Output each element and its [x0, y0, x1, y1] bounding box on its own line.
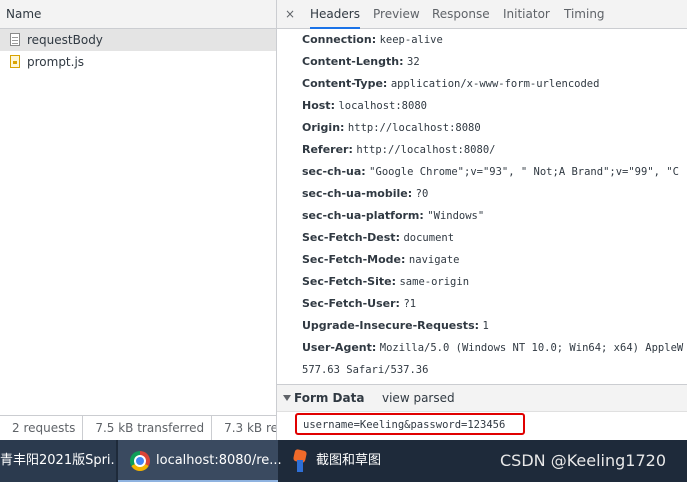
name-column-header[interactable]: Name [0, 0, 276, 29]
tab-timing[interactable]: Timing [564, 0, 605, 28]
taskbar-item-label: 截图和草图 [316, 453, 382, 468]
form-data-title: Form Data [294, 391, 365, 405]
network-status-bar: 2 requests7.5 kB transferred 7.3 kB resou… [0, 415, 276, 440]
header-row: sec-ch-ua: "Google Chrome";v="93", " Not… [302, 165, 679, 178]
resources-size: 7.3 kB resourc [224, 421, 276, 435]
header-row: Sec-Fetch-User: ?1 [302, 297, 417, 310]
header-row: Content-Type: application/x-www-form-url… [302, 77, 600, 90]
taskbar-item-label: 青丰阳2021版Spri... [0, 453, 116, 468]
script-icon [10, 55, 20, 68]
tab-headers[interactable]: Headers [310, 0, 360, 29]
request-item-prompt-js[interactable]: prompt.js [0, 51, 276, 73]
tab-initiator[interactable]: Initiator [503, 0, 550, 28]
header-row: sec-ch-ua-mobile: ?0 [302, 187, 429, 200]
taskbar-item-label: localhost:8080/re... [156, 453, 282, 468]
triangle-down-icon[interactable] [283, 395, 291, 401]
request-item-label: requestBody [27, 33, 103, 47]
chrome-icon [130, 451, 150, 471]
request-count: 2 requests [0, 416, 84, 440]
view-parsed-link[interactable]: view parsed [382, 385, 455, 411]
snip-sketch-icon [292, 450, 308, 472]
request-list-pane: Name requestBody prompt.js 2 requests 7.5… [0, 0, 277, 440]
header-row: User-Agent: Mozilla/5.0 (Windows NT 10.0… [302, 341, 684, 354]
header-row: Sec-Fetch-Mode: navigate [302, 253, 460, 266]
transferred-size: 7.5 kB transferred [83, 416, 213, 440]
taskbar-item-chrome[interactable]: localhost:8080/re... [118, 440, 282, 482]
taskbar-item-ide[interactable]: 青丰阳2021版Spri... [0, 440, 116, 482]
request-item-requestbody[interactable]: requestBody [0, 29, 276, 51]
tab-preview[interactable]: Preview [373, 0, 420, 28]
request-item-label: prompt.js [27, 55, 85, 69]
header-row: Content-Length: 32 [302, 55, 420, 68]
close-icon[interactable]: × [285, 6, 295, 22]
details-tab-bar: × Headers Preview Response Initiator Tim… [277, 0, 687, 29]
form-data-section: Form Data view parsed username=Keeling&p… [277, 384, 687, 440]
form-data-value: username=Keeling&password=123456 [295, 413, 525, 435]
taskbar-item-snip[interactable]: 截图和草图 [282, 440, 402, 482]
document-icon [10, 33, 20, 46]
form-data-header[interactable]: Form Data view parsed [277, 385, 687, 412]
header-row: Origin: http://localhost:8080 [302, 121, 481, 134]
header-row: Host: localhost:8080 [302, 99, 427, 112]
header-row: sec-ch-ua-platform: "Windows" [302, 209, 485, 222]
header-row: Connection: keep-alive [302, 33, 443, 46]
header-row: Upgrade-Insecure-Requests: 1 [302, 319, 489, 332]
header-row: Referer: http://localhost:8080/ [302, 143, 496, 156]
header-row: Sec-Fetch-Site: same-origin [302, 275, 470, 288]
csdn-watermark: CSDN @Keeling1720 [500, 451, 666, 470]
request-headers-list: Connection: keep-alive Content-Length: 3… [277, 29, 687, 381]
windows-taskbar: 青丰阳2021版Spri... localhost:8080/re... 截图和… [0, 440, 687, 482]
tab-response[interactable]: Response [432, 0, 490, 28]
request-details-pane: × Headers Preview Response Initiator Tim… [277, 0, 687, 440]
header-row: Sec-Fetch-Dest: document [302, 231, 455, 244]
user-agent-continuation: 577.63 Safari/537.36 [302, 364, 429, 376]
